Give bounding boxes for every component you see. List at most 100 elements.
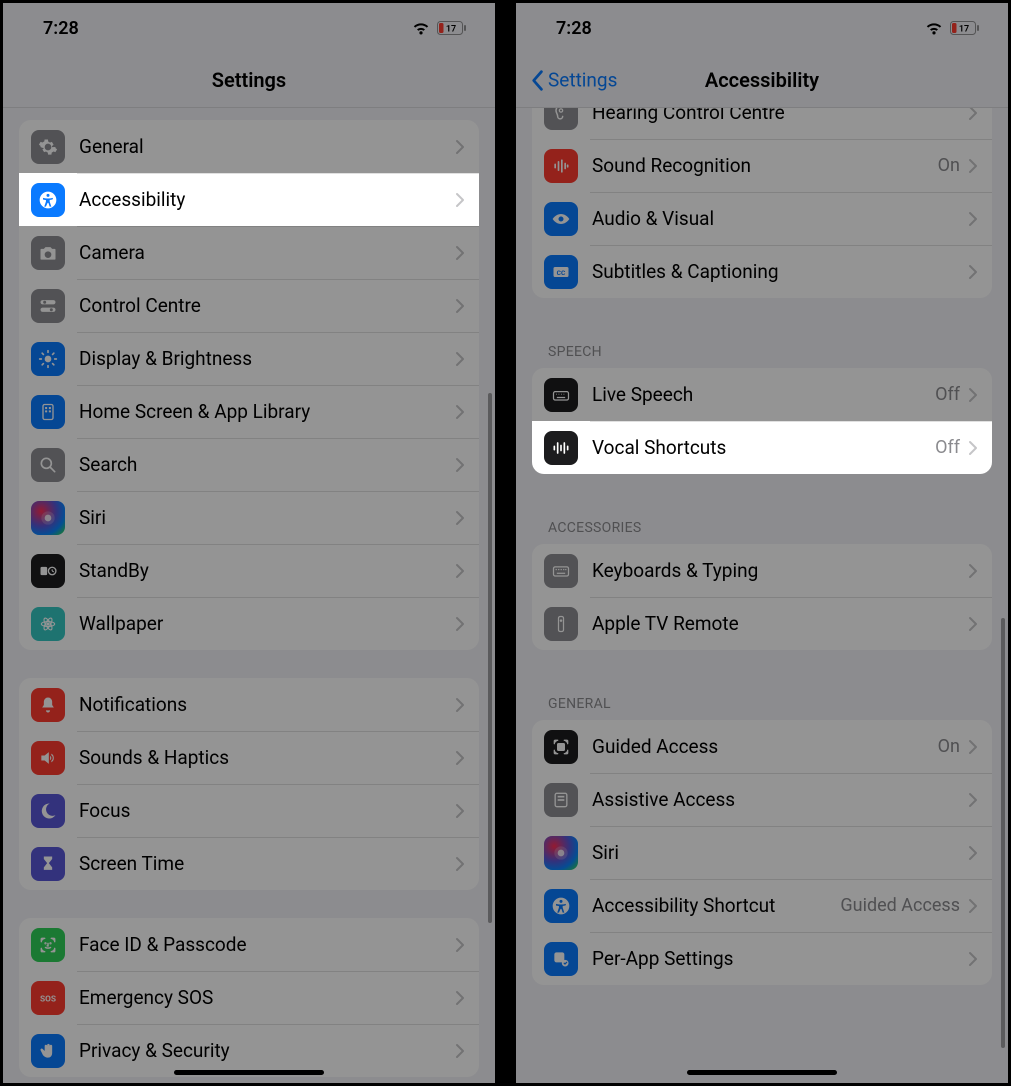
- row-hearing-control-centre[interactable]: Hearing Control Centre: [532, 108, 992, 139]
- row-label: Control Centre: [79, 294, 455, 317]
- row-label: Live Speech: [592, 383, 935, 406]
- row-assistive-access[interactable]: Assistive Access: [532, 773, 992, 826]
- home-indicator[interactable]: [174, 1070, 324, 1075]
- chevron-right-icon: [455, 404, 465, 420]
- row-guided-access[interactable]: Guided AccessOn: [532, 720, 992, 773]
- row-siri[interactable]: Siri: [532, 826, 992, 879]
- row-sounds-haptics[interactable]: Sounds & Haptics: [19, 731, 479, 784]
- remote-icon: [544, 607, 578, 641]
- hourglass-icon: [31, 847, 65, 881]
- back-button[interactable]: Settings: [530, 69, 617, 92]
- back-label: Settings: [548, 69, 617, 92]
- svg-text:SOS: SOS: [40, 994, 56, 1004]
- battery-icon: 17: [437, 21, 467, 35]
- chevron-right-icon: [968, 440, 978, 456]
- row-label: Assistive Access: [592, 788, 968, 811]
- row-screen-time[interactable]: Screen Time: [19, 837, 479, 890]
- wallpaper-icon: [31, 607, 65, 641]
- scrollbar[interactable]: [1001, 618, 1005, 1048]
- row-emergency-sos[interactable]: SOS Emergency SOS: [19, 971, 479, 1024]
- navbar-accessibility: Settings Accessibility: [516, 53, 1008, 108]
- row-control-centre[interactable]: Control Centre: [19, 279, 479, 332]
- row-value: On: [938, 155, 960, 176]
- row-apple-tv-remote[interactable]: Apple TV Remote: [532, 597, 992, 650]
- row-label: Emergency SOS: [79, 986, 455, 1009]
- row-face-id-passcode[interactable]: Face ID & Passcode: [19, 918, 479, 971]
- chevron-right-icon: [968, 108, 978, 121]
- row-label: Sounds & Haptics: [79, 746, 455, 769]
- assist-icon: [544, 783, 578, 817]
- row-label: Accessibility Shortcut: [592, 894, 840, 917]
- row-audio-visual[interactable]: Audio & Visual: [532, 192, 992, 245]
- chevron-right-icon: [455, 245, 465, 261]
- row-keyboards-typing[interactable]: Keyboards & Typing: [532, 544, 992, 597]
- hand-icon: [31, 1034, 65, 1068]
- siri-icon: [544, 836, 578, 870]
- navbar-settings: Settings: [3, 53, 495, 108]
- accessibility-list[interactable]: Hearing Control Centre Sound RecognitionO…: [516, 108, 1008, 1083]
- settings-group-0: GeneralAccessibility Camera Control Centre…: [19, 120, 479, 650]
- row-display-brightness[interactable]: Display & Brightness: [19, 332, 479, 385]
- home-indicator[interactable]: [687, 1070, 837, 1075]
- soundrec-icon: [544, 149, 578, 183]
- row-value: Off: [935, 384, 960, 405]
- row-label: StandBy: [79, 559, 455, 582]
- chevron-right-icon: [968, 845, 978, 861]
- chevron-right-icon: [968, 563, 978, 579]
- waveform-icon: [544, 431, 578, 465]
- accessibility-group-3: Guided AccessOnAssistive AccessSiriAcces…: [532, 720, 992, 985]
- toggles-icon: [31, 289, 65, 323]
- chevron-right-icon: [968, 951, 978, 967]
- row-label: Camera: [79, 241, 455, 264]
- chevron-right-icon: [455, 803, 465, 819]
- moon-icon: [31, 794, 65, 828]
- chevron-right-icon: [455, 563, 465, 579]
- row-focus[interactable]: Focus: [19, 784, 479, 837]
- row-siri[interactable]: Siri: [19, 491, 479, 544]
- row-label: Home Screen & App Library: [79, 400, 455, 423]
- row-live-speech[interactable]: Live SpeechOff: [532, 368, 992, 421]
- row-per-app-settings[interactable]: Per-App Settings: [532, 932, 992, 985]
- chevron-right-icon: [968, 739, 978, 755]
- row-home-screen-app-library[interactable]: Home Screen & App Library: [19, 385, 479, 438]
- row-label: Keyboards & Typing: [592, 559, 968, 582]
- chevron-right-icon: [455, 192, 465, 208]
- row-label: Search: [79, 453, 455, 476]
- row-standby[interactable]: StandBy: [19, 544, 479, 597]
- guided-icon: [544, 730, 578, 764]
- scrollbar[interactable]: [488, 393, 492, 923]
- settings-list[interactable]: GeneralAccessibility Camera Control Centre…: [3, 108, 495, 1083]
- row-wallpaper[interactable]: Wallpaper: [19, 597, 479, 650]
- row-label: Audio & Visual: [592, 207, 968, 230]
- row-sound-recognition[interactable]: Sound RecognitionOn: [532, 139, 992, 192]
- row-label: Vocal Shortcuts: [592, 436, 935, 459]
- row-accessibility-shortcut[interactable]: Accessibility ShortcutGuided Access: [532, 879, 992, 932]
- chevron-right-icon: [455, 697, 465, 713]
- status-time: 7:28: [556, 18, 592, 39]
- row-label: Hearing Control Centre: [592, 108, 968, 124]
- perapp-icon: [544, 942, 578, 976]
- svg-text:17: 17: [959, 25, 969, 35]
- row-subtitles-captioning[interactable]: CCSubtitles & Captioning: [532, 245, 992, 298]
- bell-icon: [31, 688, 65, 722]
- chevron-right-icon: [455, 750, 465, 766]
- page-title: Accessibility: [705, 68, 819, 92]
- row-general[interactable]: General: [19, 120, 479, 173]
- row-notifications[interactable]: Notifications: [19, 678, 479, 731]
- row-accessibility[interactable]: Accessibility: [19, 173, 479, 226]
- row-search[interactable]: Search: [19, 438, 479, 491]
- row-value: Off: [935, 437, 960, 458]
- chevron-right-icon: [968, 792, 978, 808]
- row-label: Guided Access: [592, 735, 938, 758]
- row-vocal-shortcuts[interactable]: Vocal ShortcutsOff: [532, 421, 992, 474]
- chevron-right-icon: [968, 211, 978, 227]
- keyboard-icon: [544, 554, 578, 588]
- row-label: Focus: [79, 799, 455, 822]
- settings-group-2: Face ID & PasscodeSOSEmergency SOSPrivac…: [19, 918, 479, 1077]
- chevron-right-icon: [455, 298, 465, 314]
- row-label: Wallpaper: [79, 612, 455, 635]
- row-label: Siri: [79, 506, 455, 529]
- ear-icon: [544, 108, 578, 130]
- row-camera[interactable]: Camera: [19, 226, 479, 279]
- phone-left: 7:28 17 Settings GeneralAccessibilityCam…: [0, 0, 498, 1086]
